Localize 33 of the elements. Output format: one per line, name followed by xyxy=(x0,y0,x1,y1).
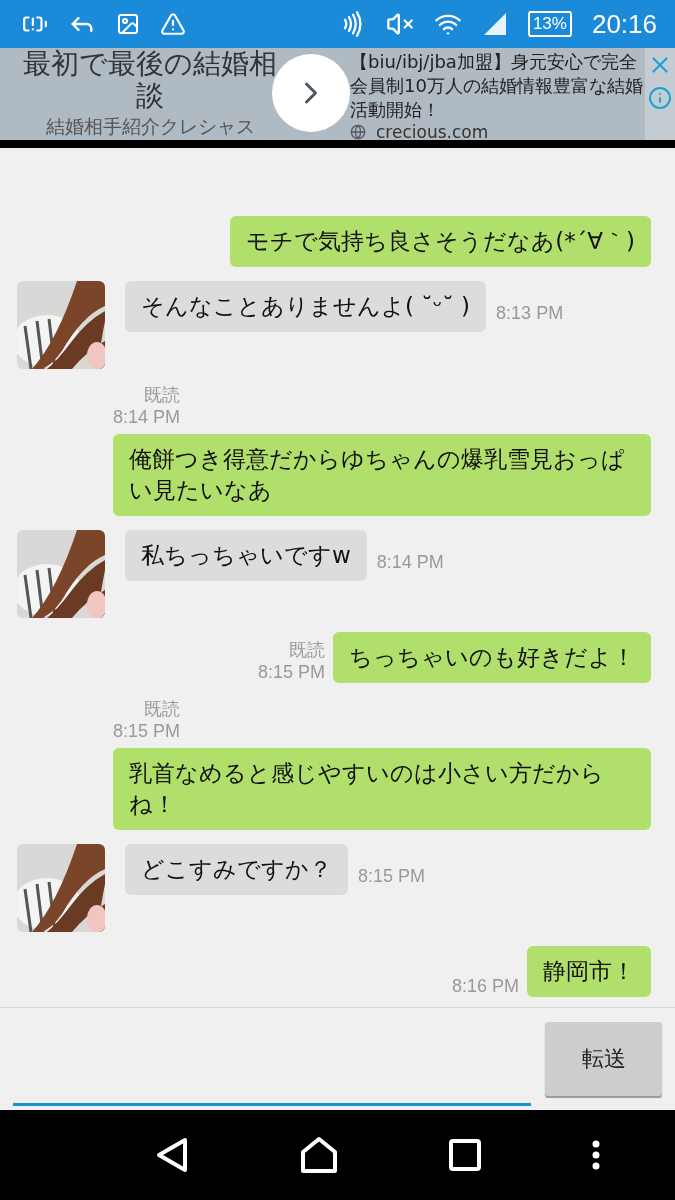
message-bubble: 乳首なめると感じやすいのは小さい方だからね！ xyxy=(113,748,651,830)
message-bubble: 俺餅つき得意だからゆちゃんの爆乳雪見おっぱい見たいなあ xyxy=(113,434,651,516)
message-bubble: どこすみですか？ xyxy=(125,844,348,895)
ad-text: 【biu/ibj/jba加盟】身元安心で完全会員制10万人の結婚情報豊富な結婚活動開始！ xyxy=(350,50,644,122)
send-button[interactable]: 転送 xyxy=(545,1022,662,1096)
read-receipt: 既読 xyxy=(289,639,325,662)
message-bubble: モチで気持ち良さそうだなあ(*´∀｀) xyxy=(230,216,651,267)
battery-level: 13% xyxy=(527,11,572,37)
message-bubble: 私ちっちゃいですw xyxy=(125,530,367,581)
message-bubble: 静岡市！ xyxy=(527,946,651,997)
message-bubble: そんなことありませんよ( ˘ᵕ˘ ) xyxy=(125,281,487,332)
message-time: 8:15 PM xyxy=(257,662,325,683)
home-icon[interactable] xyxy=(300,1136,339,1174)
ad-banner[interactable]: 最初で最後の結婚相談 結婚相手紹介クレシャス 【biu/ibj/jba加盟】身元安心で完全会員制10万人の結婚情報豊富な結婚活動開始！ crecious.com xyxy=(0,48,675,140)
message-time: 8:14 PM xyxy=(376,552,444,574)
globe-icon xyxy=(350,124,366,140)
recents-icon[interactable] xyxy=(448,1139,481,1171)
warning-icon xyxy=(160,11,186,37)
image-icon xyxy=(116,12,140,36)
message-time: 8:14 PM xyxy=(113,407,181,428)
message-time: 8:13 PM xyxy=(496,303,564,325)
more-icon[interactable] xyxy=(591,1140,600,1170)
clock: 20:16 xyxy=(591,8,657,40)
read-receipt: 既読 xyxy=(144,698,181,721)
message-time: 8:15 PM xyxy=(113,721,181,742)
ad-subtitle: 結婚相手紹介クレシャス xyxy=(45,114,255,139)
ad-domain: crecious.com xyxy=(376,122,489,142)
message-time: 8:15 PM xyxy=(358,866,426,888)
message-time: 8:16 PM xyxy=(451,976,519,997)
read-receipt: 既読 xyxy=(144,384,181,407)
message-bubble: ちっちゃいのも好きだよ！ xyxy=(333,632,651,683)
back-icon[interactable] xyxy=(155,1137,190,1173)
ad-title: 最初で最後の結婚相談 xyxy=(22,48,278,112)
